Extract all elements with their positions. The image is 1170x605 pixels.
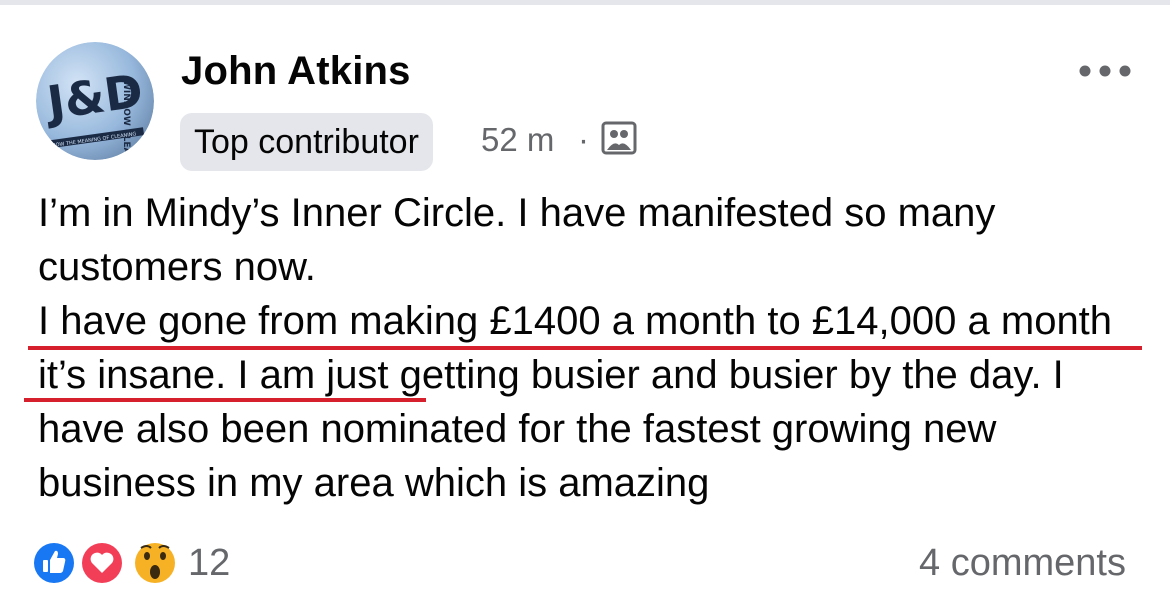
- svg-text:WINDOW CLEANING: WINDOW CLEANING: [121, 80, 131, 160]
- meta-separator: ·: [578, 121, 589, 158]
- top-contributor-badge[interactable]: Top contributor: [180, 113, 433, 171]
- company-logo: J&D WINDOW CLEANING KNOW THE MEANING OF …: [36, 42, 154, 160]
- reaction-count[interactable]: 12: [188, 540, 230, 586]
- highlight-end: .: [215, 353, 227, 397]
- wow-icon: [133, 541, 177, 585]
- comments-count-link[interactable]: 4 comments: [919, 540, 1126, 586]
- like-icon: [32, 541, 76, 585]
- post-text-line: customers now.: [38, 245, 316, 289]
- post-text-paragraph: I have gone from making £1400 a month to…: [38, 294, 1158, 510]
- author-name[interactable]: John Atkins: [181, 48, 411, 94]
- post-timestamp[interactable]: 52 m: [481, 120, 554, 160]
- red-underline: [28, 346, 1142, 350]
- photo-album-icon: [601, 121, 637, 155]
- red-underline: [24, 398, 426, 402]
- top-divider: [0, 0, 1170, 5]
- more-options-icon[interactable]: [1078, 60, 1132, 82]
- post-text-line: I’m in Mindy’s Inner Circle. I have mani…: [38, 191, 996, 235]
- reaction-icons[interactable]: [30, 538, 180, 588]
- love-icon: [80, 541, 124, 585]
- avatar[interactable]: J&D WINDOW CLEANING KNOW THE MEANING OF …: [36, 42, 154, 160]
